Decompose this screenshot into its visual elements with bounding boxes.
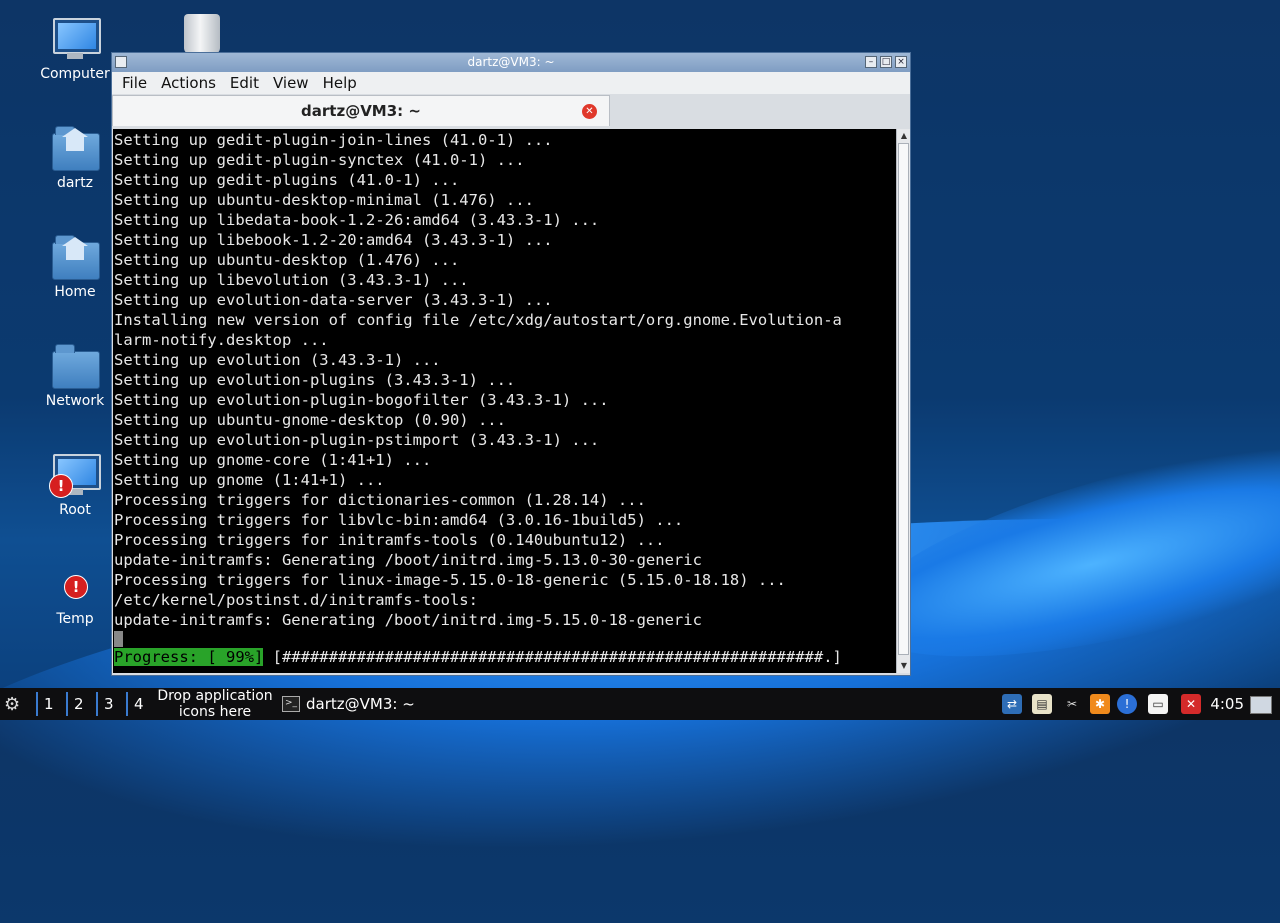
notes-tray-icon[interactable]: ▭ — [1148, 694, 1168, 714]
clock[interactable]: 4:05 — [1210, 695, 1244, 713]
desktop-icon-network[interactable]: Network — [25, 343, 125, 409]
network-folder-icon — [51, 343, 100, 389]
workspace-4[interactable]: 4 — [134, 695, 144, 713]
terminal-line: Setting up evolution-plugin-pstimport (3… — [114, 431, 600, 449]
terminal-line: Setting up ubuntu-desktop-minimal (1.476… — [114, 191, 534, 209]
terminal-icon: >_ — [282, 696, 300, 712]
scroll-up-arrow-icon[interactable]: ▲ — [897, 129, 911, 143]
terminal-line: Setting up gnome (1:41+1) ... — [114, 471, 385, 489]
terminal-line: Setting up gedit-plugin-synctex (41.0-1)… — [114, 151, 525, 169]
window-titlebar[interactable]: dartz@VM3: ~ – □ × — [112, 53, 910, 72]
text-cursor — [114, 631, 123, 647]
terminal-line: /etc/kernel/postinst.d/initramfs-tools: — [114, 591, 478, 609]
info-tray-icon[interactable]: ! — [1117, 694, 1137, 714]
terminal-line: update-initramfs: Generating /boot/initr… — [114, 551, 702, 569]
terminal-tab[interactable]: dartz@VM3: ~ ✕ — [112, 95, 610, 126]
desktop-icon-dartz[interactable]: dartz — [25, 125, 125, 191]
workspace-1[interactable]: 1 — [44, 695, 54, 713]
drop-hint-line1: Drop application — [157, 688, 273, 704]
terminal-line: Processing triggers for dictionaries-com… — [114, 491, 646, 509]
update-tray-icon[interactable]: ✱ — [1090, 694, 1110, 714]
drop-hint-line2: icons here — [178, 704, 252, 720]
desktop-icon-temp[interactable]: ! Temp — [25, 561, 125, 627]
terminal-scrollbar[interactable]: ▲ ▼ — [896, 129, 910, 673]
close-tray-icon[interactable]: ✕ — [1181, 694, 1201, 714]
terminal-line: Setting up gedit-plugin-join-lines (41.0… — [114, 131, 553, 149]
terminal-line: Processing triggers for initramfs-tools … — [114, 531, 665, 549]
show-desktop-icon[interactable] — [1250, 696, 1272, 714]
taskbar: ⚙ 1 2 3 4 Drop application icons here >_… — [0, 688, 1280, 720]
start-menu-icon[interactable]: ⚙ — [4, 694, 20, 715]
desktop-icon-home[interactable]: Home — [25, 234, 125, 300]
tools-tray-icon[interactable]: ✂ — [1062, 694, 1082, 714]
desktop-icon-root[interactable]: ! Root — [25, 452, 125, 518]
root-computer-icon: ! — [49, 452, 101, 498]
terminal-line: Installing new version of config file /e… — [114, 311, 842, 329]
terminal-window: dartz@VM3: ~ – □ × File Actions Edit Vie… — [111, 52, 911, 676]
menu-actions[interactable]: Actions — [154, 74, 223, 92]
terminal-line: Setting up evolution-plugin-bogofilter (… — [114, 391, 609, 409]
scroll-down-arrow-icon[interactable]: ▼ — [897, 659, 911, 673]
desktop-icon-label: Temp — [56, 611, 94, 627]
workspace-separator — [66, 692, 68, 716]
window-title: dartz@VM3: ~ — [467, 55, 555, 69]
tab-bar: dartz@VM3: ~ ✕ — [112, 94, 910, 126]
terminal-line: Setting up gnome-core (1:41+1) ... — [114, 451, 432, 469]
workspace-separator — [36, 692, 38, 716]
desktop-icon-label: Network — [45, 393, 105, 409]
tab-title: dartz@VM3: ~ — [301, 102, 421, 120]
temp-warning-icon: ! — [51, 561, 99, 607]
terminal-output[interactable]: Setting up gedit-plugin-join-lines (41.0… — [113, 129, 896, 673]
terminal-line: Setting up ubuntu-desktop (1.476) ... — [114, 251, 460, 269]
minimize-button[interactable]: – — [865, 56, 877, 68]
workspace-separator — [126, 692, 128, 716]
maximize-button[interactable]: □ — [880, 56, 892, 68]
terminal-line: Setting up evolution-data-server (3.43.3… — [114, 291, 553, 309]
home-folder-icon — [51, 234, 100, 280]
task-title: dartz@VM3: ~ — [306, 695, 415, 713]
progress-line: Progress: [ 99%] [######################… — [114, 647, 842, 667]
terminal-line: Processing triggers for linux-image-5.15… — [114, 571, 786, 589]
desktop-icon-label: Computer — [40, 66, 110, 82]
terminal-line: Setting up libebook-1.2-20:amd64 (3.43.3… — [114, 231, 553, 249]
tab-close-icon[interactable]: ✕ — [582, 104, 597, 119]
workspace-separator — [96, 692, 98, 716]
menubar: File Actions Edit View Help — [112, 72, 910, 94]
menu-help[interactable]: Help — [316, 74, 364, 92]
taskbar-window-button[interactable]: >_ dartz@VM3: ~ — [282, 691, 432, 717]
window-menu-icon[interactable] — [115, 56, 127, 68]
terminal-line: Setting up libevolution (3.43.3-1) ... — [114, 271, 469, 289]
progress-bar: [#######################################… — [263, 648, 842, 666]
terminal-lines: Setting up gedit-plugin-join-lines (41.0… — [114, 130, 896, 650]
desktop-icon-label: Root — [59, 502, 91, 518]
close-button[interactable]: × — [895, 56, 907, 68]
network-tray-icon[interactable]: ⇄ — [1002, 694, 1022, 714]
menu-edit[interactable]: Edit — [223, 74, 266, 92]
scrollbar-thumb[interactable] — [898, 143, 909, 655]
terminal-line: update-initramfs: Generating /boot/initr… — [114, 611, 702, 629]
terminal-line: Setting up evolution (3.43.3-1) ... — [114, 351, 441, 369]
terminal-line: Setting up evolution-plugins (3.43.3-1) … — [114, 371, 516, 389]
workspace-2[interactable]: 2 — [74, 695, 84, 713]
progress-label: Progress: [ 99%] — [114, 648, 264, 666]
desktop-icon-label: Home — [54, 284, 96, 300]
trash-icon[interactable] — [184, 14, 220, 54]
terminal-line: larm-notify.desktop ... — [114, 331, 329, 349]
desktop-icon-label: dartz — [56, 175, 94, 191]
launcher-drop-area[interactable]: Drop application icons here — [153, 688, 277, 720]
terminal-line: Setting up libedata-book-1.2-26:amd64 (3… — [114, 211, 600, 229]
computer-icon — [51, 16, 101, 62]
menu-file[interactable]: File — [115, 74, 154, 92]
clipboard-tray-icon[interactable]: ▤ — [1032, 694, 1052, 714]
terminal-line: Setting up ubuntu-gnome-desktop (0.90) .… — [114, 411, 506, 429]
home-folder-icon — [51, 125, 100, 171]
menu-view[interactable]: View — [266, 74, 316, 92]
terminal-line: Setting up gedit-plugins (41.0-1) ... — [114, 171, 460, 189]
desktop-icon-computer[interactable]: Computer — [25, 16, 125, 82]
terminal-line: Processing triggers for libvlc-bin:amd64… — [114, 511, 684, 529]
workspace-3[interactable]: 3 — [104, 695, 114, 713]
